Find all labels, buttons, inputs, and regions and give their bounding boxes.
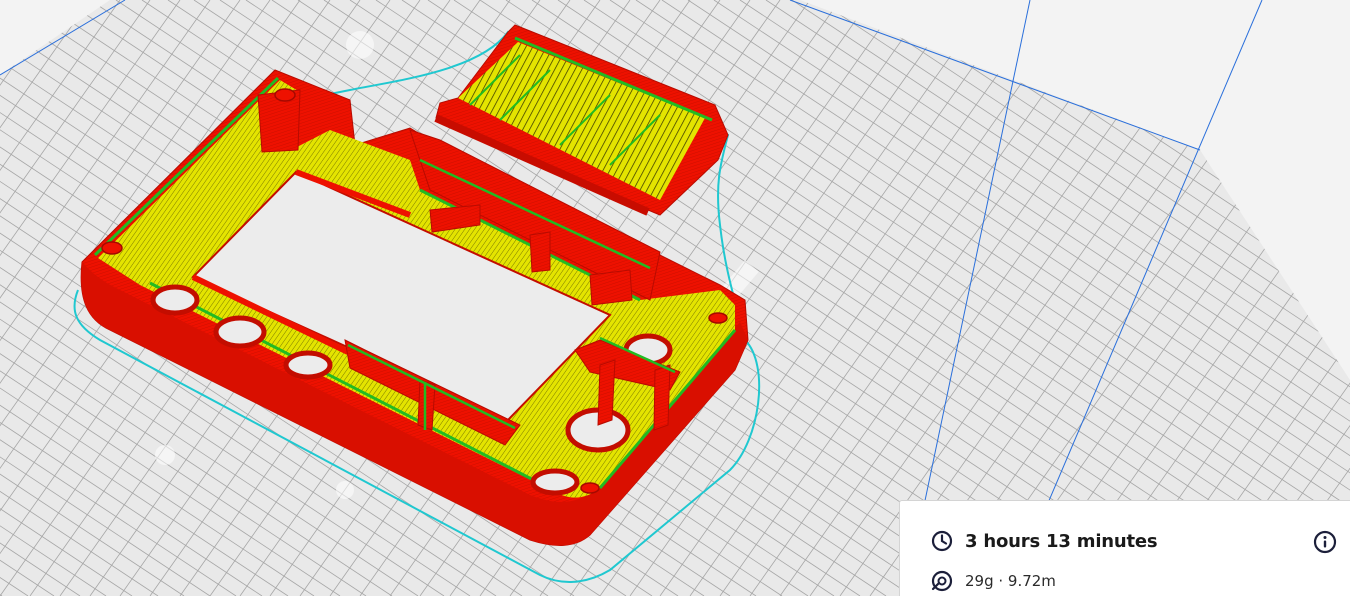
print-info-panel: 3 hours 13 minutes 29g · 9.72m <box>899 500 1350 596</box>
print-time-estimate: 3 hours 13 minutes <box>965 530 1158 552</box>
print-time-row: 3 hours 13 minutes <box>930 529 1158 553</box>
filament-spool-icon <box>930 569 954 593</box>
print-details-info-button[interactable] <box>1312 529 1338 555</box>
info-icon <box>1313 530 1337 554</box>
material-estimate: 29g · 9.72m <box>965 572 1056 590</box>
clock-icon <box>930 529 954 553</box>
material-usage-row: 29g · 9.72m <box>930 569 1056 593</box>
